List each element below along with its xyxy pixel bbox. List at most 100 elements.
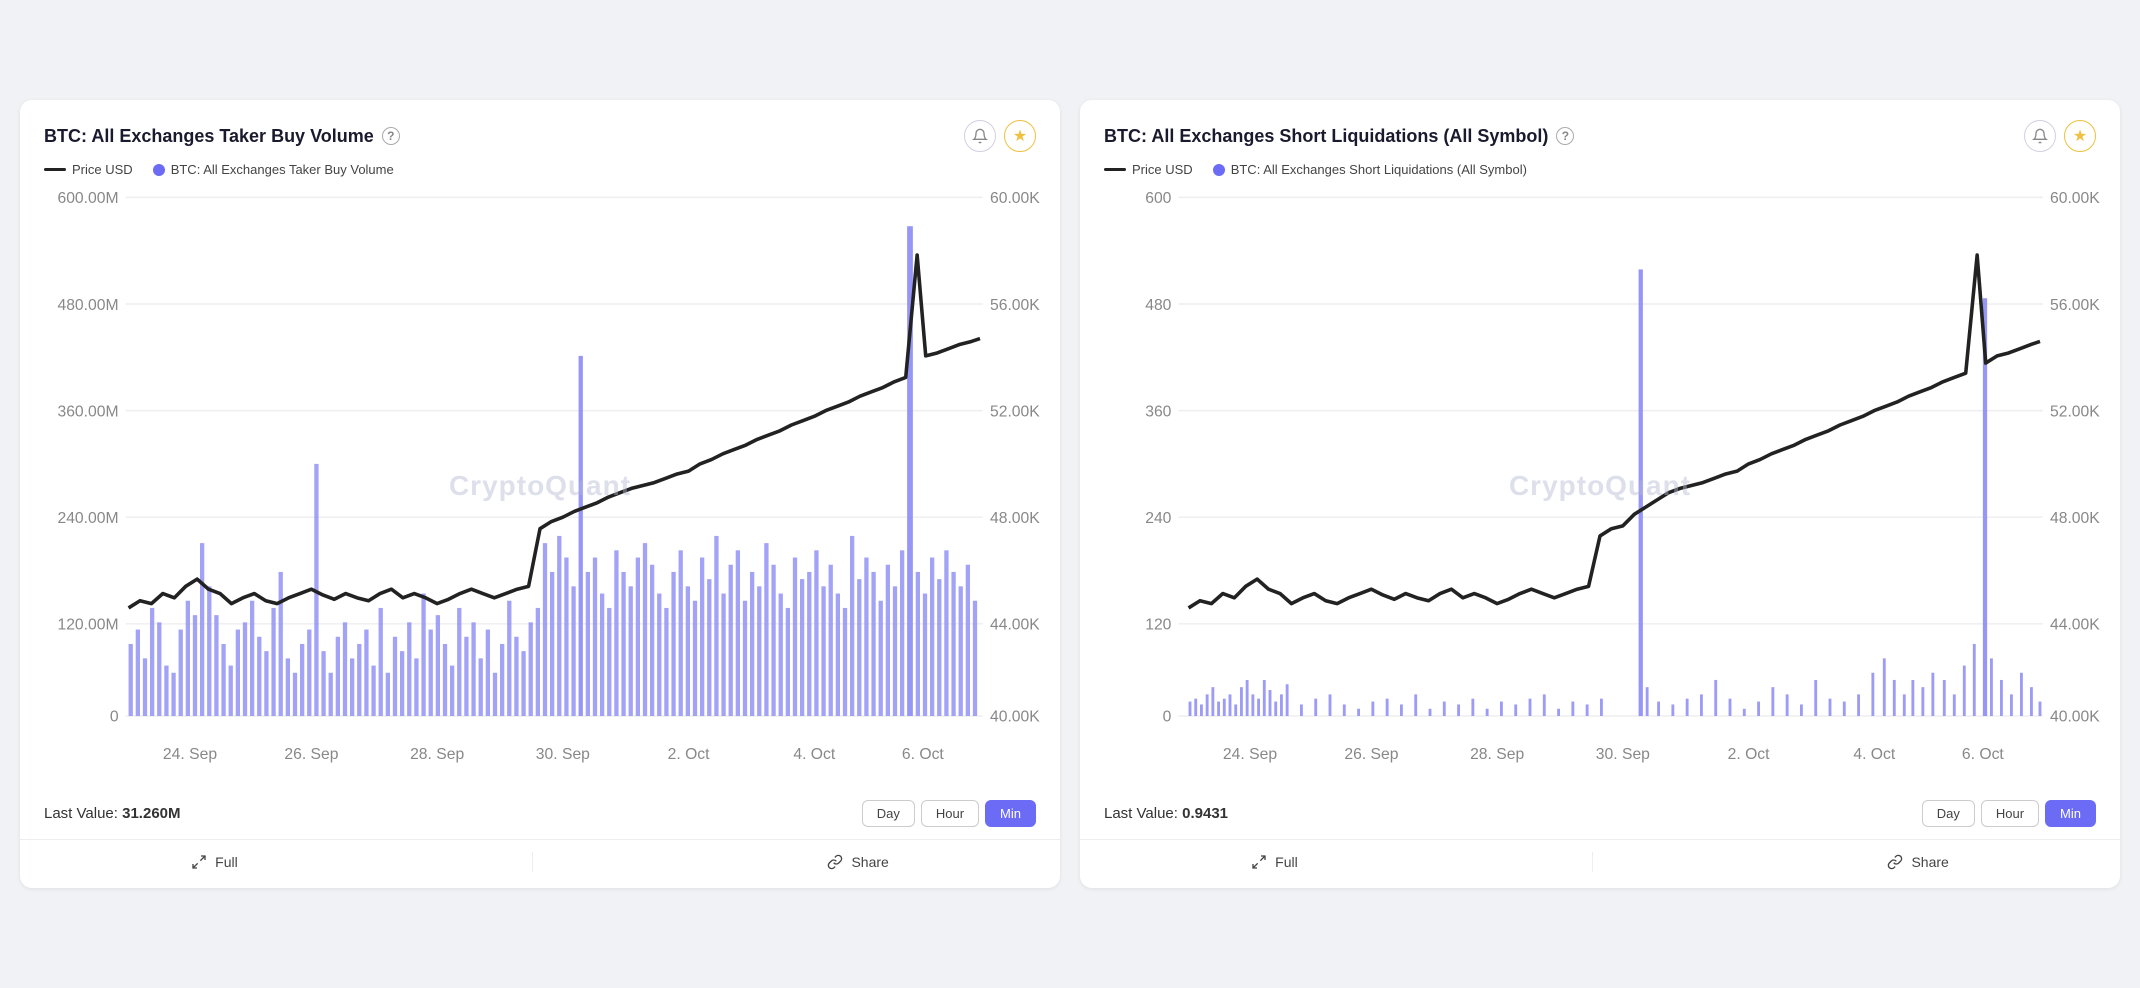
card1-last-value-label: Last Value: xyxy=(44,805,118,822)
card1-legend: Price USD BTC: All Exchanges Taker Buy V… xyxy=(44,162,1036,177)
card1-legend-price-label: Price USD xyxy=(72,162,133,177)
card2-share-icon xyxy=(1887,854,1903,870)
svg-text:4. Oct: 4. Oct xyxy=(793,746,835,763)
card1-header: BTC: All Exchanges Taker Buy Volume ? ★ xyxy=(44,120,1036,152)
card1-min-button[interactable]: Min xyxy=(985,800,1036,827)
card1-action-divider xyxy=(532,852,533,872)
svg-text:240.00M: 240.00M xyxy=(57,510,118,527)
svg-text:24. Sep: 24. Sep xyxy=(163,746,217,763)
card2-full-icon xyxy=(1251,854,1267,870)
card2-title-group: BTC: All Exchanges Short Liquidations (A… xyxy=(1104,126,1574,147)
card1-chart-area: CryptoQuant 600.00M 480.00M 360.00M 240.… xyxy=(40,183,1040,788)
svg-text:52.00K: 52.00K xyxy=(2050,403,2100,420)
card1-bell-button[interactable] xyxy=(964,120,996,152)
card2-legend-dot xyxy=(1213,164,1225,176)
card2-min-button[interactable]: Min xyxy=(2045,800,2096,827)
card2-legend-price: Price USD xyxy=(1104,162,1193,177)
card1-legend-volume-label: BTC: All Exchanges Taker Buy Volume xyxy=(171,162,394,177)
svg-text:60.00K: 60.00K xyxy=(990,190,1040,207)
card2-last-value: Last Value: 0.9431 xyxy=(1104,805,1228,822)
card2-chart-area: CryptoQuant 600 480 360 240 120 0 60.00K… xyxy=(1100,183,2100,788)
card-taker-buy-volume: BTC: All Exchanges Taker Buy Volume ? ★ … xyxy=(20,100,1060,888)
svg-text:44.00K: 44.00K xyxy=(2050,616,2100,633)
card2-icons: ★ xyxy=(2024,120,2096,152)
card2-bell-button[interactable] xyxy=(2024,120,2056,152)
card2-full-button[interactable]: Full xyxy=(1251,854,1298,870)
svg-text:44.00K: 44.00K xyxy=(990,616,1040,633)
card2-star-button[interactable]: ★ xyxy=(2064,120,2096,152)
svg-text:120.00M: 120.00M xyxy=(57,616,118,633)
svg-text:56.00K: 56.00K xyxy=(990,297,1040,314)
card2-legend: Price USD BTC: All Exchanges Short Liqui… xyxy=(1104,162,2096,177)
svg-text:120: 120 xyxy=(1145,616,1171,633)
card1-legend-volume: BTC: All Exchanges Taker Buy Volume xyxy=(153,162,394,177)
svg-text:2. Oct: 2. Oct xyxy=(1728,746,1770,763)
card1-actions: Full Share xyxy=(20,839,1060,888)
svg-text:48.00K: 48.00K xyxy=(2050,510,2100,527)
svg-text:2. Oct: 2. Oct xyxy=(668,746,710,763)
svg-text:600: 600 xyxy=(1145,190,1171,207)
card1-last-value-number: 31.260M xyxy=(122,805,180,822)
dashboard: BTC: All Exchanges Taker Buy Volume ? ★ … xyxy=(20,100,2120,888)
svg-text:480: 480 xyxy=(1145,297,1171,314)
svg-text:480.00M: 480.00M xyxy=(57,297,118,314)
svg-text:40.00K: 40.00K xyxy=(2050,709,2100,726)
card1-title-group: BTC: All Exchanges Taker Buy Volume ? xyxy=(44,126,400,147)
card1-legend-dot xyxy=(153,164,165,176)
card2-chart-svg: 600 480 360 240 120 0 60.00K 56.00K 52.0… xyxy=(1100,183,2100,788)
card2-last-value-label: Last Value: xyxy=(1104,805,1178,822)
svg-text:28. Sep: 28. Sep xyxy=(410,746,464,763)
card2-day-button[interactable]: Day xyxy=(1922,800,1975,827)
card1-legend-line xyxy=(44,168,66,171)
svg-text:240: 240 xyxy=(1145,510,1171,527)
card1-share-button[interactable]: Share xyxy=(827,854,888,870)
svg-text:60.00K: 60.00K xyxy=(2050,190,2100,207)
svg-text:30. Sep: 30. Sep xyxy=(536,746,590,763)
card2-question-icon[interactable]: ? xyxy=(1556,127,1574,145)
svg-text:6. Oct: 6. Oct xyxy=(1962,746,2004,763)
svg-text:360: 360 xyxy=(1145,403,1171,420)
svg-text:30. Sep: 30. Sep xyxy=(1596,746,1650,763)
card1-day-button[interactable]: Day xyxy=(862,800,915,827)
card2-legend-price-label: Price USD xyxy=(1132,162,1193,177)
card1-hour-button[interactable]: Hour xyxy=(921,800,979,827)
card2-title: BTC: All Exchanges Short Liquidations (A… xyxy=(1104,126,1548,147)
card2-time-buttons: Day Hour Min xyxy=(1922,800,2096,827)
card2-action-divider xyxy=(1592,852,1593,872)
svg-text:26. Sep: 26. Sep xyxy=(284,746,338,763)
card1-icons: ★ xyxy=(964,120,1036,152)
card2-share-button[interactable]: Share xyxy=(1887,854,1948,870)
svg-text:28. Sep: 28. Sep xyxy=(1470,746,1524,763)
card2-footer: Last Value: 0.9431 Day Hour Min xyxy=(1104,788,2096,839)
card2-legend-liq: BTC: All Exchanges Short Liquidations (A… xyxy=(1213,162,1527,177)
svg-text:26. Sep: 26. Sep xyxy=(1344,746,1398,763)
svg-text:24. Sep: 24. Sep xyxy=(1223,746,1277,763)
card1-time-buttons: Day Hour Min xyxy=(862,800,1036,827)
card1-share-icon xyxy=(827,854,843,870)
card1-share-label: Share xyxy=(851,854,888,870)
card1-full-label: Full xyxy=(215,854,238,870)
svg-text:600.00M: 600.00M xyxy=(57,190,118,207)
card1-footer: Last Value: 31.260M Day Hour Min xyxy=(44,788,1036,839)
svg-text:360.00M: 360.00M xyxy=(57,403,118,420)
svg-text:0: 0 xyxy=(1163,709,1172,726)
card1-star-button[interactable]: ★ xyxy=(1004,120,1036,152)
card2-legend-line xyxy=(1104,168,1126,171)
card-short-liquidations: BTC: All Exchanges Short Liquidations (A… xyxy=(1080,100,2120,888)
svg-text:48.00K: 48.00K xyxy=(990,510,1040,527)
card1-legend-price: Price USD xyxy=(44,162,133,177)
card1-full-icon xyxy=(191,854,207,870)
card1-question-icon[interactable]: ? xyxy=(382,127,400,145)
svg-text:4. Oct: 4. Oct xyxy=(1853,746,1895,763)
svg-text:52.00K: 52.00K xyxy=(990,403,1040,420)
svg-text:6. Oct: 6. Oct xyxy=(902,746,944,763)
card2-legend-liq-label: BTC: All Exchanges Short Liquidations (A… xyxy=(1231,162,1527,177)
svg-text:0: 0 xyxy=(110,709,119,726)
card2-last-value-number: 0.9431 xyxy=(1182,805,1228,822)
card1-full-button[interactable]: Full xyxy=(191,854,238,870)
card1-title: BTC: All Exchanges Taker Buy Volume xyxy=(44,126,374,147)
svg-text:40.00K: 40.00K xyxy=(990,709,1040,726)
card2-share-label: Share xyxy=(1911,854,1948,870)
card2-full-label: Full xyxy=(1275,854,1298,870)
card2-hour-button[interactable]: Hour xyxy=(1981,800,2039,827)
